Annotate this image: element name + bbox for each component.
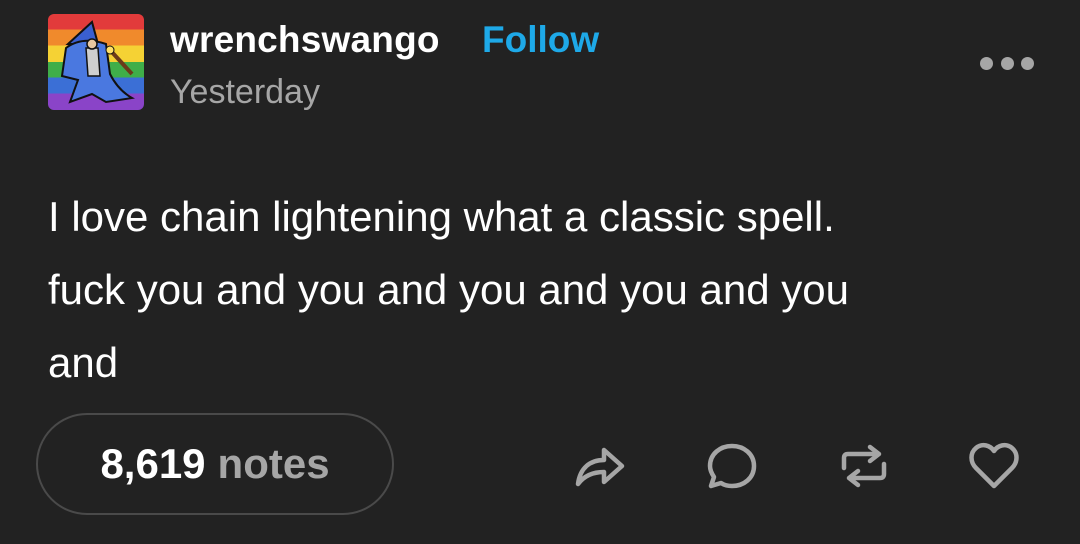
notes-button[interactable]: 8,619 notes bbox=[36, 413, 394, 515]
notes-count: 8,619 bbox=[100, 440, 206, 487]
more-options-icon[interactable] bbox=[980, 48, 1034, 78]
reply-icon[interactable] bbox=[702, 436, 762, 496]
reblog-icon[interactable] bbox=[834, 436, 894, 496]
notes-label: notes bbox=[217, 440, 330, 487]
wizard-avatar-image bbox=[60, 20, 135, 104]
share-icon[interactable] bbox=[568, 436, 628, 496]
heart-icon[interactable] bbox=[964, 436, 1024, 496]
author-avatar[interactable] bbox=[48, 14, 144, 110]
post-card: wrenchswango Follow Yesterday I love cha… bbox=[0, 0, 1080, 544]
more-dot bbox=[1000, 56, 1014, 70]
follow-button[interactable]: Follow bbox=[482, 16, 599, 64]
post-body: I love chain lightening what a classic s… bbox=[48, 193, 849, 386]
more-dot bbox=[980, 56, 993, 70]
author-username[interactable]: wrenchswango bbox=[170, 16, 440, 64]
post-timestamp: Yesterday bbox=[170, 73, 320, 111]
more-dot bbox=[1021, 56, 1034, 70]
